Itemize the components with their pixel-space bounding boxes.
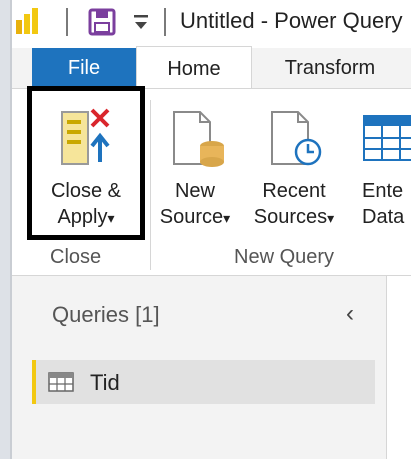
group-label-close: Close: [50, 246, 102, 268]
recent-sources-icon: [271, 111, 322, 166]
tab-transform[interactable]: Transform: [260, 48, 400, 88]
enter-data-label-2: Data: [362, 206, 405, 228]
title-separator-2: [164, 8, 166, 36]
enter-data-button[interactable]: Ente Data: [352, 96, 411, 236]
group-divider: [150, 100, 151, 270]
query-item-tid[interactable]: [32, 360, 375, 404]
recent-sources-label-1: Recent: [262, 180, 326, 202]
recent-sources-label-text: Sources: [253, 206, 328, 228]
quick-access-dropdown-icon[interactable]: [132, 12, 150, 32]
window-left-edge: [0, 0, 10, 459]
table-icon: [363, 115, 411, 161]
highlight-box: [27, 86, 145, 240]
recent-sources-button[interactable]: Recent Sources▾: [244, 96, 344, 236]
title-separator: [66, 8, 68, 36]
new-source-label-1: New: [174, 180, 215, 202]
new-source-label-text: Source: [159, 206, 224, 228]
window-title: Untitled - Power Query: [180, 8, 403, 33]
query-selected-accent: [32, 360, 36, 404]
save-icon[interactable]: [88, 8, 116, 36]
queries-pane-title: Queries [1]: [52, 302, 160, 327]
power-bi-logo-icon: [16, 8, 38, 34]
chevron-down-icon: ▾: [223, 210, 231, 226]
query-item-label: Tid: [90, 370, 120, 395]
recent-sources-label-2: Sources▾: [244, 204, 344, 231]
chevron-down-icon: ▾: [327, 210, 335, 226]
enter-data-label-1: Ente: [362, 180, 404, 202]
new-source-label-2: Source▾: [152, 204, 238, 231]
new-source-button[interactable]: New Source▾: [152, 96, 238, 236]
data-preview-pane: [386, 276, 411, 459]
tab-home[interactable]: Home: [136, 46, 252, 91]
group-label-new-query: New Query: [234, 246, 335, 268]
collapse-pane-icon[interactable]: ‹: [346, 300, 354, 328]
table-icon: [48, 372, 74, 392]
tab-file[interactable]: File: [32, 48, 136, 88]
new-source-icon: [173, 111, 224, 167]
